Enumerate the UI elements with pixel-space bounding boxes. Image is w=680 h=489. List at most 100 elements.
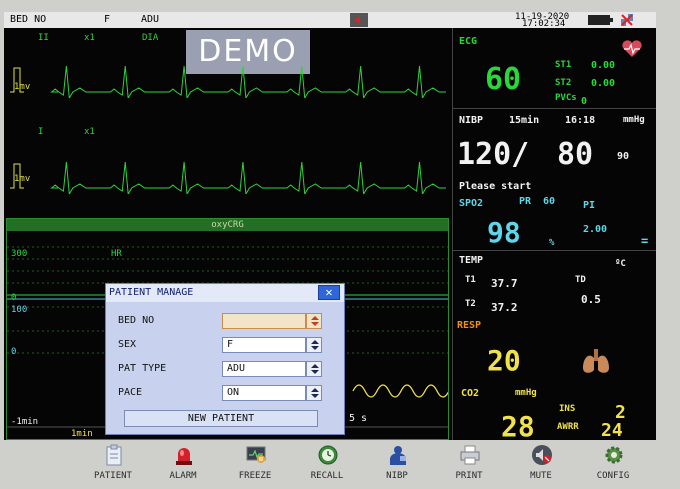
pat-type-field[interactable]: ADU [222, 361, 306, 377]
st2-value: 0.00 [591, 78, 616, 89]
awrr-label: AWRR [557, 422, 579, 432]
printer-icon [460, 445, 480, 465]
calibration-pulse [10, 67, 24, 93]
td-value: 0.5 [581, 293, 601, 306]
config-button[interactable]: CONFIG [578, 440, 648, 489]
calibration-pulse [10, 163, 24, 189]
pace-spinner[interactable] [306, 385, 322, 401]
spo2-section[interactable]: SPO2 PR 60 PI 98 % 2.00 = [453, 196, 656, 252]
pvcs-label: PVCs [555, 93, 577, 103]
nibp-status: Please start [459, 181, 532, 192]
resp-section[interactable]: RESP 20 [453, 320, 656, 384]
st1-label: ST1 [555, 60, 572, 70]
lungs-icon [583, 349, 609, 373]
bed-no-label: BED NO [118, 315, 155, 326]
nibp-button-label: NIBP [386, 471, 408, 481]
spo2-scale-top: 100 [11, 305, 28, 315]
t2-value: 37.2 [491, 301, 518, 314]
spo2-label: SPO2 [459, 198, 484, 209]
sex-field[interactable]: F [222, 337, 306, 353]
pat-type-spinner[interactable] [306, 361, 322, 377]
alarm-button-label: ALARM [169, 471, 197, 481]
pace-label: PACE [118, 387, 143, 398]
ecg-trace [50, 65, 446, 98]
pvcs-value: 0 [581, 96, 588, 107]
temp-section[interactable]: TEMP ºC T1 37.7 TD 0.5 T2 37.2 [453, 250, 656, 318]
network-icon [621, 14, 633, 26]
mute-button[interactable]: MUTE [506, 440, 576, 489]
new-patient-button[interactable]: NEW PATIENT [124, 410, 318, 427]
co2-section[interactable]: CO2 mmHg 28 INS 2 AWRR 24 [453, 382, 656, 440]
heart-icon [622, 40, 642, 57]
parameter-panel: ECG 60 ST1 0.00 ST2 0.00 PVCs 0 NIBP 15m… [452, 28, 656, 440]
spo2-scale-zero: 0 [11, 347, 17, 357]
ecg-trace [50, 161, 446, 194]
pr-label: PR [519, 196, 532, 207]
pi-value: 2.00 [583, 224, 608, 235]
ins-label: INS [559, 404, 576, 414]
pi-label: PI [583, 200, 596, 211]
nibp-interval: 15min [509, 115, 540, 126]
pr-value: 60 [543, 196, 556, 207]
temp-unit: ºC [615, 259, 626, 269]
temp-label: TEMP [459, 255, 484, 266]
spo2-unit: % [549, 238, 555, 248]
t2-label: T2 [465, 299, 476, 309]
lead2-gain: x1 [84, 127, 95, 137]
nibp-unit: mmHg [623, 115, 645, 125]
clipboard-icon [106, 444, 122, 466]
recall-button[interactable]: RECALL [292, 440, 362, 489]
mute-speaker-icon [532, 445, 552, 465]
nibp-time: 16:18 [565, 115, 596, 126]
alarm-mute-icon[interactable] [350, 13, 368, 27]
bed-no-field[interactable] [222, 313, 306, 329]
battery-icon [588, 15, 613, 25]
gear-icon [605, 446, 623, 464]
time-axis-marker: 1min [71, 429, 93, 439]
patient-button[interactable]: PATIENT [78, 440, 148, 489]
nibp-diastolic: 80 [557, 137, 594, 172]
mute-button-label: MUTE [530, 471, 552, 481]
t1-value: 37.7 [491, 277, 518, 290]
oxycrg-title: oxyCRG [7, 219, 448, 231]
nibp-section[interactable]: NIBP 15min 16:18 mmHg 120/ 80 90 Please … [453, 108, 656, 198]
print-button[interactable]: PRINT [434, 440, 504, 489]
recall-clock-icon [318, 445, 338, 465]
sex-spinner[interactable] [306, 337, 322, 353]
hr-scale-zero: 0 [11, 293, 17, 303]
recall-button-label: RECALL [310, 471, 344, 481]
etco2-value: 28 [501, 410, 535, 440]
patient-manage-dialog: PATIENT MANAGE ✕ BED NO SEX F PAT TYPE A… [105, 283, 345, 435]
nibp-label: NIBP [459, 115, 484, 126]
resp-label: RESP [457, 320, 482, 331]
close-button[interactable]: ✕ [318, 285, 340, 300]
lead1-name: II [38, 33, 49, 43]
patient-type-indicator: ADU [141, 14, 160, 25]
pace-field[interactable]: ON [222, 385, 306, 401]
lead2-name: I [38, 127, 44, 137]
dialog-title: PATIENT MANAGE [106, 284, 344, 302]
co2-unit: mmHg [515, 388, 537, 398]
lead1-filter: DIA [142, 33, 159, 43]
alarm-button[interactable]: ALARM [148, 440, 218, 489]
freeze-button[interactable]: FREEZE [220, 440, 290, 489]
awrr-value: 24 [601, 420, 623, 440]
patient-button-label: PATIENT [94, 471, 132, 481]
td-label: TD [575, 275, 586, 285]
sex-indicator: F [104, 14, 111, 25]
hr-scale-top: 300 [11, 249, 28, 259]
nibp-button[interactable]: NIBP [362, 440, 432, 489]
freeze-monitor-icon [246, 446, 266, 463]
nibp-systolic: 120/ [457, 137, 530, 172]
ecg-label[interactable]: ECG [459, 36, 477, 47]
ecg-waveform-lead-ii [10, 65, 446, 98]
status-bar: BED NO F ADU 11-19-2020 17:02:34 [4, 12, 656, 29]
co2-label: CO2 [461, 388, 480, 399]
lead1-gain: x1 [84, 33, 95, 43]
bed-number-label: BED NO [10, 14, 47, 25]
config-button-label: CONFIG [596, 471, 630, 481]
spo2-value: 98 [487, 216, 521, 249]
st1-value: 0.00 [591, 60, 616, 71]
resp-rate-value: 20 [487, 344, 521, 377]
bed-no-spinner[interactable] [306, 313, 322, 329]
